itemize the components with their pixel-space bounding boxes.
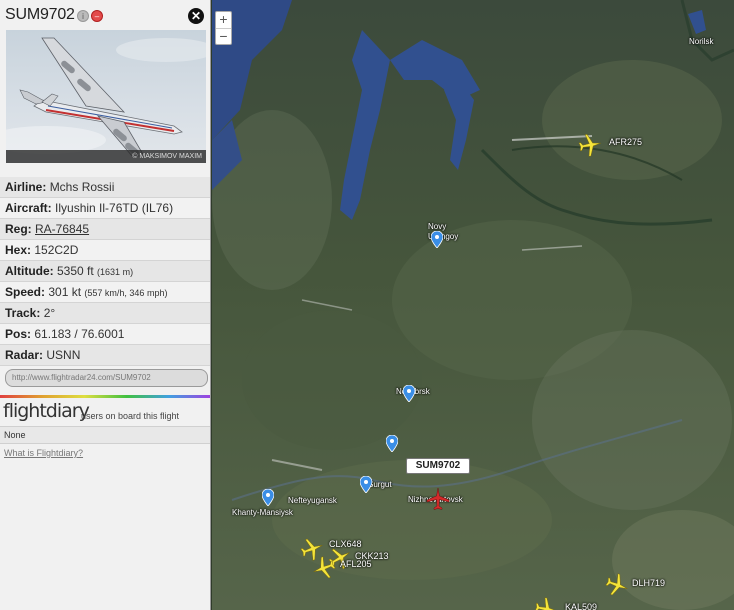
altitude-row: Altitude: 5350 ft (1631 m) bbox=[0, 261, 210, 282]
flight-details: Airline: Mchs Rossii Aircraft: Ilyushin … bbox=[0, 177, 210, 366]
flightdiary-users: None bbox=[0, 426, 210, 444]
reg-link[interactable]: RA-76845 bbox=[35, 222, 89, 236]
flight-url-field[interactable]: http://www.flightradar24.com/SUM9702 bbox=[5, 369, 208, 387]
aircraft-image bbox=[6, 37, 206, 157]
flight-info-panel: SUM9702 i – ✕ © MAKSIMOV MAXIM Airline: … bbox=[0, 0, 211, 610]
flight-label-afr275[interactable]: AFR275 bbox=[609, 137, 642, 147]
flightdiary-logo: flightdiary bbox=[3, 400, 90, 422]
aircraft-label: Aircraft: bbox=[5, 201, 52, 215]
flightdiary-subtitle: users on board this flight bbox=[81, 411, 180, 421]
place-label-norilsk: Norilsk bbox=[689, 37, 714, 46]
photo-credit: © MAKSIMOV MAXIM bbox=[6, 150, 206, 163]
position-label: Pos: bbox=[5, 327, 32, 341]
airline-value: Mchs Rossii bbox=[49, 180, 115, 194]
selected-airplane-icon[interactable] bbox=[426, 487, 450, 511]
radar-row: Radar: USNN bbox=[0, 345, 210, 366]
track-label: Track: bbox=[5, 306, 41, 320]
flight-callsign: SUM9702 bbox=[5, 6, 75, 23]
flight-label-afl205[interactable]: AFL205 bbox=[340, 559, 372, 569]
speed-label: Speed: bbox=[5, 285, 46, 299]
reg-label: Reg: bbox=[5, 222, 32, 236]
position-row: Pos: 61.183 / 76.6001 bbox=[0, 324, 210, 345]
speed-conversions: (557 km/h, 346 mph) bbox=[84, 288, 168, 298]
flight-map[interactable]: + − Norilsk Novy Urengoy Noyabrsk Neftey… bbox=[212, 0, 734, 610]
radar-label: Radar: bbox=[5, 348, 44, 362]
flightdiary-info-link[interactable]: What is Flightdiary? bbox=[4, 448, 83, 458]
airport-pin-icon[interactable] bbox=[431, 231, 443, 248]
speed-value: 301 kt bbox=[48, 285, 82, 299]
remove-icon[interactable]: – bbox=[91, 10, 103, 22]
selected-flight-tag[interactable]: SUM9702 bbox=[406, 458, 470, 474]
flight-label-dlh719[interactable]: DLH719 bbox=[632, 578, 665, 588]
speed-row: Speed: 301 kt (557 km/h, 346 mph) bbox=[0, 282, 210, 303]
satellite-terrain bbox=[212, 0, 734, 610]
hex-value: 152C2D bbox=[34, 243, 79, 257]
hex-label: Hex: bbox=[5, 243, 32, 257]
altitude-label: Altitude: bbox=[5, 264, 54, 278]
position-value: 61.183 / 76.6001 bbox=[34, 327, 125, 341]
info-icon[interactable]: i bbox=[77, 10, 89, 22]
reg-row: Reg: RA-76845 bbox=[0, 219, 210, 240]
airline-label: Airline: bbox=[5, 180, 47, 194]
airline-row: Airline: Mchs Rossii bbox=[0, 177, 210, 198]
track-row: Track: 2° bbox=[0, 303, 210, 324]
airplane-icon[interactable] bbox=[576, 131, 604, 159]
place-label-khanty-mansiysk: Khanty-Mansiysk bbox=[232, 508, 293, 517]
aircraft-value: Ilyushin Il-76TD (IL76) bbox=[55, 201, 174, 215]
airport-pin-icon[interactable] bbox=[386, 435, 398, 452]
track-value: 2° bbox=[43, 306, 56, 320]
color-divider bbox=[0, 395, 210, 398]
place-label-nefteyugansk: Nefteyugansk bbox=[288, 496, 337, 505]
close-button[interactable]: ✕ bbox=[188, 8, 204, 24]
hex-row: Hex: 152C2D bbox=[0, 240, 210, 261]
altitude-metric: (1631 m) bbox=[97, 267, 134, 277]
panel-header: SUM9702 i – ✕ bbox=[0, 0, 210, 28]
airport-pin-icon[interactable] bbox=[403, 385, 415, 402]
flight-label-kal509[interactable]: KAL509 bbox=[565, 602, 597, 610]
zoom-in-button[interactable]: + bbox=[216, 12, 231, 28]
aircraft-row: Aircraft: Ilyushin Il-76TD (IL76) bbox=[0, 198, 210, 219]
zoom-control: + − bbox=[215, 11, 232, 45]
airport-pin-icon[interactable] bbox=[360, 476, 372, 493]
airport-pin-icon[interactable] bbox=[262, 489, 274, 506]
altitude-value: 5350 ft bbox=[57, 264, 94, 278]
zoom-out-button[interactable]: − bbox=[216, 28, 231, 44]
aircraft-photo: © MAKSIMOV MAXIM bbox=[6, 30, 206, 163]
radar-value: USNN bbox=[46, 348, 81, 362]
